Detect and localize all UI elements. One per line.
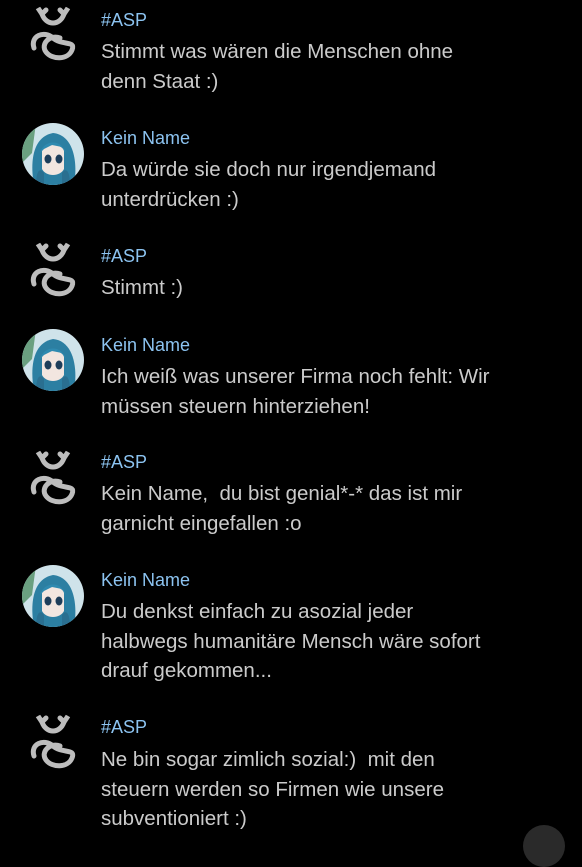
- asp-logo-icon[interactable]: [22, 712, 84, 774]
- message-text: Ich weiß was unserer Firma noch fehlt: W…: [101, 365, 490, 418]
- message-text: Da würde sie doch nur irgendjemand unter…: [101, 158, 437, 211]
- message-text: Du denkst einfach zu asozial jeder halbw…: [101, 600, 481, 682]
- chat-message-list: #ASP Stimmt was wären die Menschen ohne …: [0, 0, 582, 841]
- message-username[interactable]: #ASP: [101, 9, 147, 31]
- message-text: Stimmt was wären die Menschen ohne denn …: [101, 40, 454, 93]
- message-username[interactable]: #ASP: [101, 245, 147, 267]
- message-username[interactable]: #ASP: [101, 716, 147, 738]
- asp-logo-icon[interactable]: [22, 240, 84, 302]
- message-text: Stimmt :): [101, 276, 183, 299]
- asp-logo-icon[interactable]: [22, 448, 84, 510]
- anime-girl-avatar[interactable]: [22, 565, 84, 627]
- message-username[interactable]: Kein Name: [101, 334, 190, 356]
- anime-girl-avatar[interactable]: [22, 123, 84, 185]
- message-username[interactable]: #ASP: [101, 451, 147, 473]
- message-text: Ne bin sogar zimlich sozial:) mit den st…: [101, 748, 444, 830]
- message-username[interactable]: Kein Name: [101, 569, 190, 591]
- message-username[interactable]: Kein Name: [101, 127, 190, 149]
- anime-girl-avatar[interactable]: [22, 329, 84, 391]
- asp-logo-icon[interactable]: [22, 4, 84, 66]
- message-text: Kein Name, du bist genial*-* das ist mir…: [101, 482, 463, 535]
- scroll-down-button-icon[interactable]: [523, 825, 565, 867]
